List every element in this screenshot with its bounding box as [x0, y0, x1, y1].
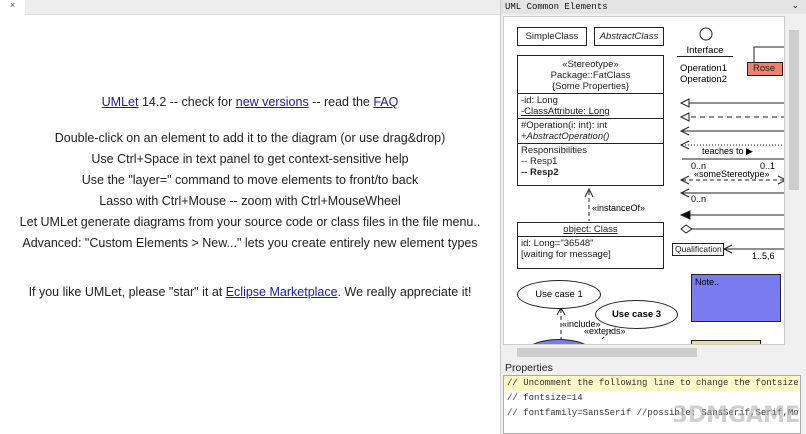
- tab-bar: ×: [0, 0, 500, 15]
- fat-class-element[interactable]: «Stereotype» Package::FatClass {Some Pro…: [517, 55, 664, 186]
- version-line: UMLet 14.2 -- check for new versions -- …: [0, 95, 500, 109]
- vertical-scroll-thumb[interactable]: [789, 30, 799, 190]
- class-header: «Stereotype» Package::FatClass {Some Pro…: [518, 56, 663, 93]
- tip: Let UMLet generate diagrams from your so…: [19, 215, 481, 229]
- interface-name[interactable]: Interface: [677, 45, 733, 57]
- interface-ops: Operation1 Operation2: [680, 63, 727, 85]
- star-text-end: . We really appreciate it!: [337, 285, 472, 299]
- eclipse-marketplace-link[interactable]: Eclipse Marketplace: [226, 285, 338, 299]
- palette-canvas[interactable]: SimpleClass AbstractClass «Stereotype» P…: [503, 16, 785, 345]
- op: #Operation(i: int): int: [521, 120, 608, 131]
- read-text: -- read the: [308, 95, 374, 109]
- palette-panel: UML Common Elements ⌄ SimpleClass Abstra…: [500, 0, 806, 434]
- abstract-class-element[interactable]: AbstractClass: [594, 27, 664, 46]
- object-element[interactable]: object: Class id: Long="36548" [waiting f…: [517, 222, 664, 269]
- op: Operation1: [680, 63, 728, 74]
- watermark-logo: 3DMGAME: [672, 403, 800, 428]
- tab-strip: [25, 0, 500, 15]
- faq-link[interactable]: FAQ: [373, 95, 398, 109]
- resp: -- Resp1: [521, 156, 558, 167]
- tip: Advanced: "Custom Elements > New..." let…: [22, 236, 478, 250]
- resp: Responsibilities: [521, 145, 588, 156]
- umlet-link[interactable]: UMLet: [102, 95, 139, 109]
- palette-selector[interactable]: UML Common Elements ⌄: [501, 0, 806, 14]
- palette-title: UML Common Elements: [505, 2, 608, 12]
- operations: #Operation(i: int): int +AbstractOperatio…: [518, 118, 663, 143]
- resp: -- Resp2: [521, 167, 559, 178]
- interface-circle: [699, 27, 713, 41]
- extends-label: «extends»: [584, 326, 626, 336]
- object-attr: id: Long="36548": [521, 238, 594, 249]
- stereotype-label: «someStereotype»: [694, 169, 770, 179]
- class-name: Package::FatClass: [550, 70, 631, 81]
- tip: Use the "layer=" command to move element…: [81, 173, 419, 187]
- new-versions-link[interactable]: new versions: [236, 95, 309, 109]
- attributes: -id: Long -ClassAttribute: Long: [518, 93, 663, 118]
- op: Operation2: [680, 74, 728, 85]
- tip: Lasso with Ctrl+Mouse -- zoom with Ctrl+…: [99, 194, 401, 208]
- responsibilities: Responsibilities -- Resp1 -- Resp2: [518, 143, 663, 179]
- multiplicity: 1..5,6: [752, 251, 775, 261]
- tip: Use Ctrl+Space in text panel to get cont…: [91, 152, 409, 166]
- stereotype: «Stereotype»: [562, 59, 619, 70]
- version-text: 14.2 -- check for: [138, 95, 236, 109]
- close-tab-icon[interactable]: ×: [10, 0, 15, 10]
- property-line: // Uncomment the following line to chang…: [504, 376, 800, 391]
- properties-label: Properties: [505, 362, 553, 374]
- class-props: {Some Properties}: [551, 81, 630, 92]
- attr: -ClassAttribute: Long: [521, 106, 610, 117]
- note-element[interactable]: Note..: [691, 274, 781, 322]
- welcome-panel: × UMLet 14.2 -- check for new versions -…: [0, 0, 500, 434]
- instance-of-label: «instanceOf»: [592, 203, 646, 213]
- object-state: [waiting for message]: [521, 249, 611, 260]
- star-line: If you like UMLet, please "star" it at E…: [0, 285, 500, 299]
- multiplicity: 0..n: [691, 194, 707, 204]
- tip: Double-click on an element to add it to …: [54, 131, 446, 145]
- simple-class-element[interactable]: SimpleClass: [517, 27, 587, 46]
- object-name: object: Class: [563, 224, 618, 235]
- rose-element[interactable]: Rose: [747, 62, 783, 76]
- op: +AbstractOperation(): [521, 131, 610, 142]
- qualification-element[interactable]: Qualification: [672, 243, 724, 256]
- attr: -id: Long: [521, 95, 558, 106]
- horizontal-scroll-thumb[interactable]: [517, 348, 697, 357]
- teaches-label: teaches to ▶: [702, 146, 753, 156]
- chevron-down-icon[interactable]: ⌄: [791, 1, 799, 11]
- use-case-3[interactable]: Use case 3: [595, 300, 678, 329]
- use-case-1[interactable]: Use case 1: [517, 280, 601, 309]
- star-text: If you like UMLet, please "star" it at: [28, 285, 226, 299]
